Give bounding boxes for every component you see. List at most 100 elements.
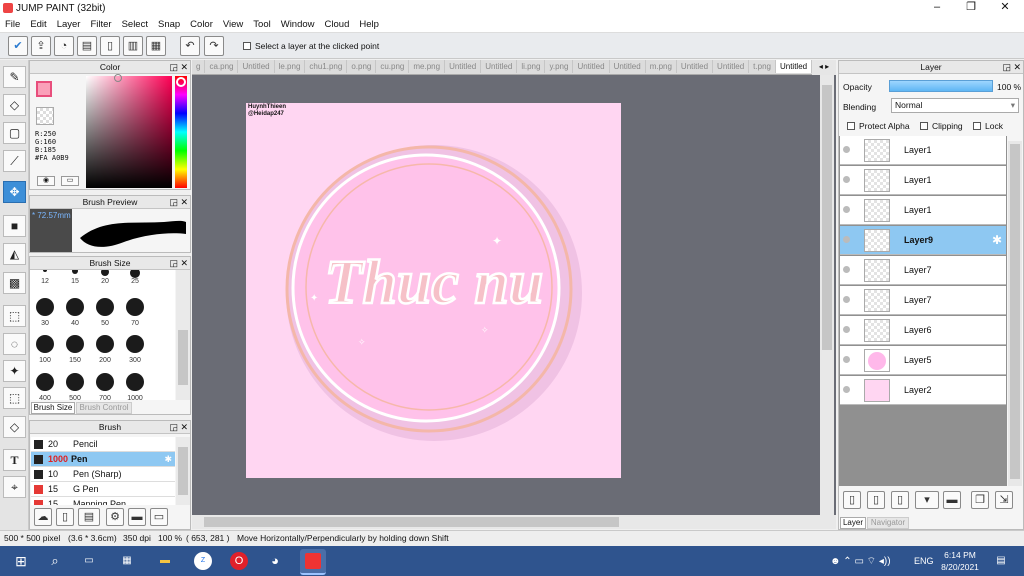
grid-icon[interactable]: ▦	[146, 36, 166, 56]
document-tab[interactable]: Untitled	[713, 60, 750, 73]
fill-rect-tool-icon[interactable]: ■	[3, 215, 26, 237]
brush-settings-icon[interactable]: ⚙	[106, 508, 124, 526]
document-icon[interactable]: ▯	[100, 36, 120, 56]
select-rect-icon[interactable]: ⬚	[3, 305, 26, 327]
document-tab[interactable]: Untitled	[238, 60, 275, 73]
brush-size-dot[interactable]	[126, 335, 144, 353]
canvas-vscroll[interactable]	[820, 75, 834, 515]
protect-alpha-checkbox[interactable]: Protect Alpha	[847, 121, 910, 131]
brush-size-dot[interactable]	[101, 270, 109, 276]
brush-size-dot[interactable]	[66, 335, 84, 353]
search-icon[interactable]: ⌕	[46, 552, 64, 570]
folder-icon[interactable]: ▬	[943, 491, 961, 509]
layer-row[interactable]: Layer2	[840, 376, 1006, 405]
page-icon[interactable]: ▥	[123, 36, 143, 56]
task-view-icon[interactable]: ▭	[80, 552, 98, 570]
layer-row[interactable]: Layer9 ✱	[840, 226, 1006, 255]
menu-file[interactable]: File	[0, 17, 25, 32]
document-tab[interactable]: t.png	[749, 60, 776, 73]
line-tool-icon[interactable]: ⟋	[3, 150, 26, 172]
brush-item[interactable]: 1000 Pen ✱	[31, 452, 175, 467]
eye-icon[interactable]	[843, 326, 850, 333]
brush-scrollbar[interactable]	[176, 437, 190, 505]
document-tab[interactable]: o.png	[347, 60, 377, 73]
layer-row[interactable]: Layer1	[840, 196, 1006, 225]
brush-size-dot[interactable]	[126, 373, 144, 391]
move-tool-icon[interactable]: ✥	[3, 181, 26, 203]
opacity-slider[interactable]	[889, 80, 993, 92]
pen-tool-icon[interactable]: ✎	[3, 66, 26, 88]
document-tab[interactable]: li.png	[517, 60, 546, 73]
close-button[interactable]: ✕	[988, 0, 1022, 17]
panel-controls-icon[interactable]: ◲ ✕	[169, 422, 188, 432]
select-eraser-icon[interactable]: ◇	[3, 416, 26, 438]
document-tab[interactable]: ca.png	[205, 60, 239, 73]
scrollbar-thumb[interactable]	[178, 330, 188, 385]
brush-size-dot[interactable]	[126, 298, 144, 316]
layer-row[interactable]: Layer7	[840, 256, 1006, 285]
merge-layer-icon[interactable]: ⇲	[995, 491, 1013, 509]
palette-button[interactable]: ◉	[37, 176, 55, 186]
gear-icon[interactable]: ✱	[992, 233, 1002, 247]
panel-controls-icon[interactable]: ◲ ✕	[169, 62, 188, 72]
lasso-icon[interactable]: ◌	[3, 333, 26, 355]
transparent-swatch[interactable]	[36, 107, 54, 125]
zalo-icon[interactable]: Z	[194, 552, 212, 570]
menu-tool[interactable]: Tool	[248, 17, 275, 32]
brush-cloud-icon[interactable]: ☁	[34, 508, 52, 526]
layer-menu-icon[interactable]: ▾	[915, 491, 939, 509]
foreground-color-swatch[interactable]	[36, 81, 52, 97]
document-canvas[interactable]: HuynhThieen @Heidap247 Thuc nu ✦ ✦ ✧ ✧	[246, 103, 621, 478]
menu-help[interactable]: Help	[354, 17, 384, 32]
gear-icon[interactable]: ✱	[164, 452, 172, 466]
document-tab[interactable]: me.png	[409, 60, 446, 73]
saturation-value-picker[interactable]	[86, 76, 172, 188]
system-tray-icons[interactable]: ☻ ⌃ ▭ ⌔ ◂))	[830, 555, 891, 568]
clock[interactable]: 6:14 PM 8/20/2021	[936, 549, 984, 573]
tab-layer[interactable]: Layer	[840, 517, 866, 529]
panel-controls-icon[interactable]: ◲ ✕	[169, 197, 188, 207]
document-tab[interactable]: g	[192, 60, 206, 73]
brush-size-dot[interactable]	[72, 270, 78, 274]
brush-size-dot[interactable]	[43, 270, 47, 272]
jump-paint-taskbar-icon[interactable]	[300, 549, 326, 575]
brush-item[interactable]: 10 Pen (Sharp)	[31, 467, 175, 482]
document-tab[interactable]: m.png	[646, 60, 677, 73]
brush-size-dot[interactable]	[36, 335, 54, 353]
eye-icon[interactable]	[843, 266, 850, 273]
brush-size-dot[interactable]	[96, 335, 114, 353]
chat-icon[interactable]: ◔	[54, 36, 74, 56]
clipping-checkbox[interactable]: Clipping	[919, 121, 963, 131]
layer-row[interactable]: Layer5	[840, 346, 1006, 375]
color-picker-cursor[interactable]	[114, 74, 122, 82]
panel-controls-icon[interactable]: ◲ ✕	[169, 258, 188, 268]
comment-icon[interactable]: ▤	[77, 36, 97, 56]
eye-icon[interactable]	[843, 146, 850, 153]
document-tab[interactable]: Untitled	[573, 60, 610, 73]
store-icon[interactable]: ▦	[118, 552, 136, 570]
new-layer-8bit-icon[interactable]: ▯	[867, 491, 885, 509]
document-tab[interactable]: Untitled	[481, 60, 518, 73]
panel-controls-icon[interactable]: ◲ ✕	[1002, 62, 1021, 72]
document-tab[interactable]: le.png	[275, 60, 306, 73]
brush-new-icon[interactable]: ▯	[56, 508, 74, 526]
document-tab[interactable]: y.png	[545, 60, 574, 73]
brush-item[interactable]: 15 G Pen	[31, 482, 175, 497]
scrollbar-thumb[interactable]	[204, 517, 619, 527]
menu-cloud[interactable]: Cloud	[320, 17, 355, 32]
brush-item[interactable]: 15 Mapping Pen	[31, 497, 175, 505]
layer-row[interactable]: Layer6	[840, 316, 1006, 345]
brush-folder-icon[interactable]: ▬	[128, 508, 146, 526]
wand-icon[interactable]: ✦	[3, 360, 26, 382]
layer-row[interactable]: Layer7	[840, 286, 1006, 315]
menu-layer[interactable]: Layer	[52, 17, 86, 32]
document-tab[interactable]: Untitled	[775, 60, 813, 73]
menu-view[interactable]: View	[218, 17, 248, 32]
eye-icon[interactable]	[843, 386, 850, 393]
redo-icon[interactable]: ↷	[204, 36, 224, 56]
layer-row[interactable]: Layer1	[840, 166, 1006, 195]
text-tool-icon[interactable]: T	[3, 449, 26, 471]
menu-select[interactable]: Select	[117, 17, 153, 32]
brush-size-dot[interactable]	[96, 298, 114, 316]
brush-size-dot[interactable]	[66, 298, 84, 316]
